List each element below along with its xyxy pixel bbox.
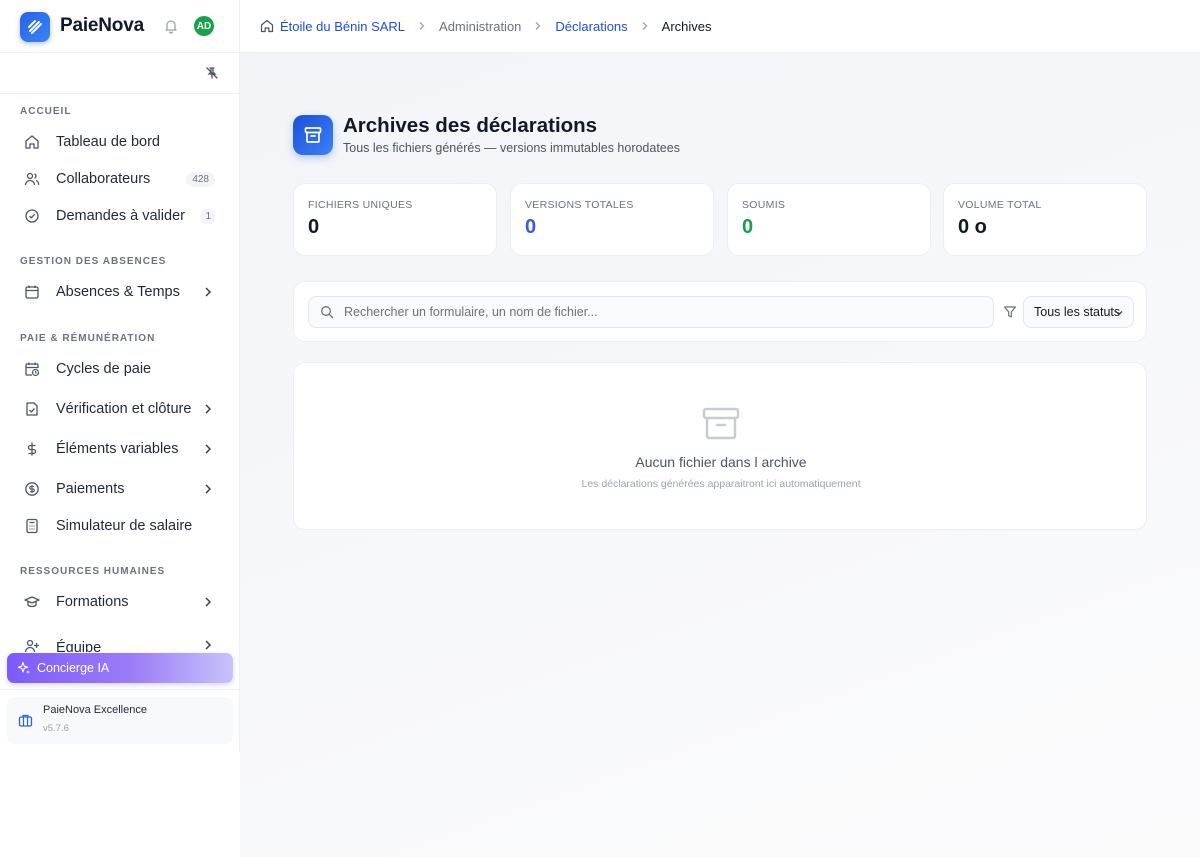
sparkles-icon xyxy=(17,661,30,674)
sidebar-item-collaborateurs[interactable]: Collaborateurs 428 xyxy=(16,163,224,195)
sidebar-item-label: Formations xyxy=(56,594,129,610)
count-badge: 1 xyxy=(201,208,215,224)
stat-value: 0 o xyxy=(958,216,987,238)
sidebar-item-label: Équipe xyxy=(56,640,102,652)
stat-value: 0 xyxy=(525,216,537,238)
unpin-icon[interactable] xyxy=(205,66,219,80)
sidebar-item-formations[interactable]: Formations xyxy=(16,586,224,618)
sidebar-item-elements-variables[interactable]: Éléments variables xyxy=(16,433,224,465)
stat-card-versions-totales: VERSIONS TOTALES 0 xyxy=(510,183,714,256)
chevron-right-icon xyxy=(205,404,212,414)
app-name: PaieNova xyxy=(60,15,144,36)
status-filter-value: Tous les statuts xyxy=(1034,305,1121,319)
filter-icon xyxy=(1003,306,1017,318)
chevron-right-icon xyxy=(205,484,212,494)
chevron-right-icon xyxy=(205,287,212,297)
sidebar: PaieNova AD ACCUEIL Tableau de bord Coll… xyxy=(0,0,240,752)
sidebar-item-simulateur[interactable]: Simulateur de salaire xyxy=(16,510,224,542)
sidebar-toolbar xyxy=(0,53,240,94)
breadcrumb-current: Archives xyxy=(661,18,712,34)
empty-state: Aucun fichier dans l archive Les déclara… xyxy=(293,362,1147,530)
section-accueil: ACCUEIL xyxy=(20,106,72,117)
product-version: v5.7.6 xyxy=(43,723,69,734)
sidebar-item-verification[interactable]: Vérification et clôture xyxy=(16,393,224,425)
section-rh: RESSOURCES HUMAINES xyxy=(20,566,166,577)
stat-label: SOUMIS xyxy=(742,199,786,211)
chevron-right-icon xyxy=(535,22,541,30)
page-subtitle: Tous les fichiers générés — versions imm… xyxy=(343,141,680,155)
chevron-right-icon xyxy=(205,444,212,454)
search-icon xyxy=(321,306,334,319)
bell-icon[interactable] xyxy=(163,18,179,34)
filter-bar: Tous les statuts xyxy=(293,281,1147,342)
concierge-label: Concierge IA xyxy=(37,661,110,675)
breadcrumb-administration[interactable]: Administration xyxy=(439,19,521,34)
stat-label: VERSIONS TOTALES xyxy=(525,199,634,211)
chevron-right-icon xyxy=(642,22,648,30)
search-input[interactable] xyxy=(344,305,964,319)
sidebar-item-label: Simulateur de salaire xyxy=(56,518,193,534)
calendar-icon xyxy=(25,285,39,299)
archive-icon xyxy=(702,407,740,440)
section-paie: PAIE & RÉMUNÉRATION xyxy=(20,333,156,344)
breadcrumb-declarations[interactable]: Déclarations xyxy=(555,19,627,34)
stat-card-soumis: SOUMIS 0 xyxy=(727,183,931,256)
paienova-logo-icon[interactable] xyxy=(20,12,50,42)
stat-label: VOLUME TOTAL xyxy=(958,199,1042,211)
sidebar-item-absences[interactable]: Absences & Temps xyxy=(16,276,224,308)
product-name: PaieNova Excellence xyxy=(43,704,147,716)
chevron-down-icon xyxy=(1115,311,1123,316)
dollar-icon xyxy=(27,442,37,456)
sidebar-item-equipe[interactable]: Équipe xyxy=(16,626,224,652)
chevron-right-icon xyxy=(419,22,425,30)
users-icon xyxy=(24,172,40,186)
status-filter-select[interactable]: Tous les statuts xyxy=(1023,296,1134,328)
archive-icon xyxy=(293,115,333,155)
stat-value: 0 xyxy=(742,216,754,238)
page-title: Archives des déclarations xyxy=(343,114,598,137)
breadcrumb-company[interactable]: Étoile du Bénin SARL xyxy=(280,19,405,34)
empty-state-subtitle: Les déclarations générées apparaitront i… xyxy=(581,478,861,490)
avatar[interactable]: AD xyxy=(194,16,214,36)
home-icon[interactable] xyxy=(260,19,274,33)
sidebar-item-label: Paiements xyxy=(56,481,125,497)
stat-card-volume-total: VOLUME TOTAL 0 o xyxy=(943,183,1147,256)
version-card: PaieNova Excellence v5.7.6 xyxy=(7,697,233,744)
stat-value: 0 xyxy=(308,216,320,238)
chevron-right-icon xyxy=(205,597,212,607)
sidebar-item-label: Vérification et clôture xyxy=(56,401,192,417)
sidebar-item-label: Absences & Temps xyxy=(56,284,180,300)
search-box[interactable] xyxy=(308,296,994,328)
concierge-ia-button[interactable]: Concierge IA xyxy=(7,653,233,683)
sidebar-item-label: Collaborateurs xyxy=(56,171,151,187)
calendar-clock-icon xyxy=(25,362,40,377)
check-circle-icon xyxy=(25,209,39,223)
topbar: Étoile du Bénin SARL Administration Décl… xyxy=(240,0,1200,53)
sidebar-item-label: Cycles de paie xyxy=(56,361,152,377)
sidebar-item-label: Demandes à valider xyxy=(56,208,185,224)
graduation-cap-icon xyxy=(24,596,40,608)
sidebar-item-label: Éléments variables xyxy=(56,441,179,457)
breadcrumb: Étoile du Bénin SARL Administration Décl… xyxy=(260,19,712,34)
home-icon xyxy=(25,135,39,149)
calculator-icon xyxy=(26,518,38,534)
stat-label: FICHIERS UNIQUES xyxy=(308,199,413,211)
file-check-icon xyxy=(26,402,38,416)
count-badge: 428 xyxy=(186,171,215,187)
sidebar-item-label: Tableau de bord xyxy=(56,134,160,150)
empty-state-title: Aucun fichier dans l archive xyxy=(635,454,807,470)
sidebar-item-demandes[interactable]: Demandes à valider 1 xyxy=(16,200,224,232)
sidebar-item-tableau-de-bord[interactable]: Tableau de bord xyxy=(16,126,224,158)
briefcase-icon xyxy=(18,714,33,727)
brand-header: PaieNova AD xyxy=(0,0,240,53)
sidebar-item-cycles-de-paie[interactable]: Cycles de paie xyxy=(16,353,224,385)
stat-card-fichiers-uniques: FICHIERS UNIQUES 0 xyxy=(293,183,497,256)
chevron-right-icon xyxy=(205,640,212,650)
divider xyxy=(0,689,240,690)
main-content: Archives des déclarations Tous les fichi… xyxy=(240,53,1200,857)
coin-icon xyxy=(25,482,39,496)
sidebar-item-paiements[interactable]: Paiements xyxy=(16,473,224,505)
section-absences: GESTION DES ABSENCES xyxy=(20,256,167,267)
user-plus-icon xyxy=(24,639,39,652)
